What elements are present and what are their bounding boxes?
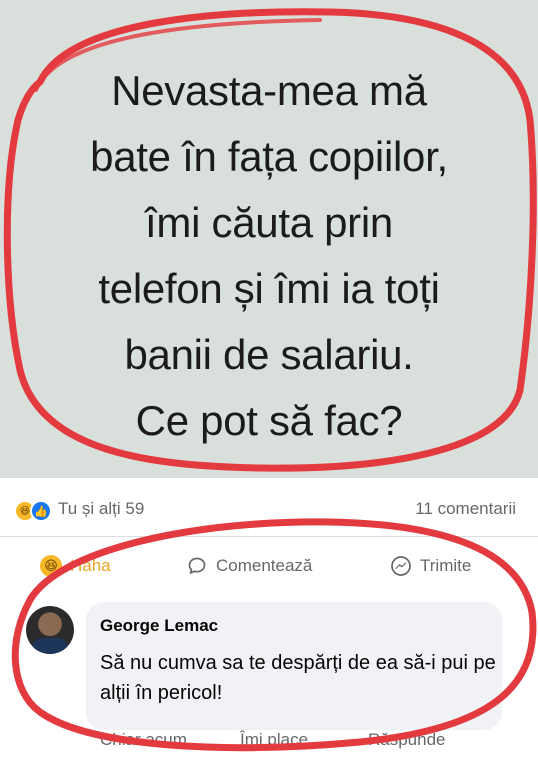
- post-text: Nevasta-mea mă bate în fața copiilor, îm…: [0, 58, 538, 454]
- post-image[interactable]: Nevasta-mea mă bate în fața copiilor, îm…: [0, 0, 538, 478]
- comment-text: Să nu cumva sa te despărți de ea să-i pu…: [100, 652, 496, 704]
- comment-actions: Chiar acum Îmi place Răspunde: [0, 730, 538, 760]
- haha-button[interactable]: 😆 Haha: [40, 555, 111, 577]
- post-text-line: îmi căuta prin: [145, 199, 393, 246]
- post-actions-bar: 😆 Haha Comentează Trimite: [0, 537, 538, 595]
- post-text-line: telefon și îmi ia toți: [98, 265, 440, 312]
- haha-icon: 😆: [40, 555, 62, 577]
- reactions-bar: 😆 👍 Tu și alți 59 11 comentarii: [0, 478, 538, 537]
- haha-label: Haha: [70, 556, 111, 575]
- post-text-line: banii de salariu.: [124, 331, 414, 378]
- post-text-line: bate în fața copiilor,: [90, 133, 448, 180]
- send-label: Trimite: [420, 556, 472, 575]
- comment-like-button[interactable]: Îmi place: [240, 730, 308, 750]
- comment-bubble: George Lemac Să nu cumva sa te despărți …: [86, 602, 502, 730]
- comment-timestamp: Chiar acum: [100, 730, 187, 749]
- post-text-line: Ce pot să fac?: [135, 397, 403, 444]
- comment-icon: [186, 555, 208, 577]
- messenger-icon: [390, 555, 412, 577]
- avatar[interactable]: [26, 606, 74, 654]
- comment-label: Comentează: [216, 556, 313, 575]
- reaction-icons[interactable]: 😆 👍: [14, 500, 52, 522]
- reactions-summary[interactable]: Tu și alți 59: [58, 499, 144, 519]
- comment-button[interactable]: Comentează: [186, 555, 312, 577]
- send-button[interactable]: Trimite: [390, 555, 471, 577]
- comment-reply-button[interactable]: Răspunde: [368, 730, 446, 750]
- comment: George Lemac Să nu cumva sa te despărți …: [0, 596, 538, 768]
- comments-count[interactable]: 11 comentarii: [415, 499, 516, 519]
- post-text-line: Nevasta-mea mă: [111, 67, 427, 114]
- comment-author[interactable]: George Lemac: [100, 616, 218, 636]
- like-icon: 👍: [30, 500, 52, 522]
